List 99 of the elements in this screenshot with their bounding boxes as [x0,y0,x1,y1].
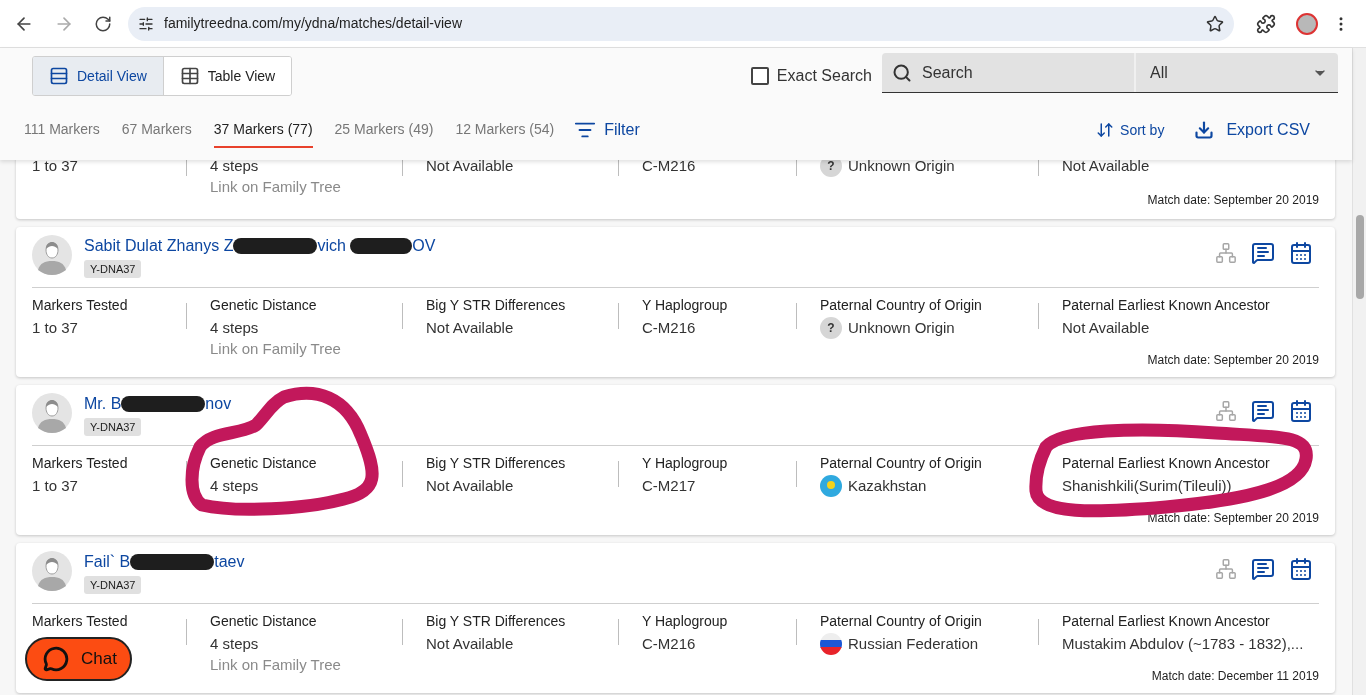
reload-icon[interactable] [94,14,112,33]
field-label: Genetic Distance [210,612,318,631]
field-value: C-M216 [642,317,696,338]
notes-icon[interactable] [1251,557,1275,581]
field-label: Paternal Earliest Known Ancestor [1062,296,1271,315]
url-text: familytreedna.com/my/ydna/matches/detail-view [164,14,462,33]
sort-button[interactable]: Sort by [1096,119,1165,141]
field-label: Paternal Country of Origin [820,612,983,631]
search-icon [892,63,912,83]
scrollbar[interactable] [1352,48,1366,695]
field-value: Unknown Origin [848,317,955,338]
match-date: Match date: September 20 2019 [1147,192,1319,209]
field-label: Genetic Distance [210,296,318,315]
field-value: Shanishkili(Surim(Tileuli)) [1062,475,1232,496]
sort-icon [1096,121,1115,139]
marker-tab[interactable]: 111 Markers [24,112,100,148]
field-value: Not Available [426,160,514,176]
match-date: Match date: September 20 2019 [1147,352,1319,369]
field-label: Paternal Country of Origin [820,296,983,315]
marker-tab[interactable]: 37 Markers (77) [213,112,313,148]
marker-tab[interactable]: 12 Markers (54) [455,112,555,148]
view-toggle[interactable]: Table View [162,57,292,95]
field-value: 4 steps [210,633,259,654]
calendar-icon[interactable] [1289,399,1313,423]
field-value: Not Available [426,633,514,654]
site-settings-icon[interactable] [138,15,154,32]
family-tree-link[interactable]: Link on Family Tree [210,655,341,675]
address-bar[interactable]: familytreedna.com/my/ydna/matches/detail-view [128,6,1234,41]
export-button[interactable]: Export CSV [1194,118,1310,142]
match-date: Match date: December 11 2019 [1151,668,1319,685]
calendar-icon[interactable] [1289,241,1313,265]
field-label: Big Y STR Differences [426,454,567,473]
field-value: 4 steps [210,317,259,338]
test-badge: Y-DNA37 [84,418,142,436]
match-name[interactable]: taev [214,552,245,572]
field-label: Y Haplogroup [642,296,729,315]
avatar-icon [32,235,72,275]
field-label: Markers Tested [32,612,129,631]
scrollbar-thumb[interactable] [1355,215,1364,299]
exact-search-checkbox[interactable] [750,67,769,85]
field-value: Not Available [426,475,514,496]
field-value: Unknown Origin [848,160,955,176]
avatar-icon [32,551,72,591]
marker-tab[interactable]: 25 Markers (49) [334,112,434,148]
marker-tab[interactable]: 67 Markers [121,112,192,148]
filter-button[interactable]: Filter [574,118,640,142]
unknown-origin-icon: ? [820,317,842,339]
notes-icon[interactable] [1251,399,1275,423]
field-label: Big Y STR Differences [426,612,567,631]
family-tree-link[interactable]: Link on Family Tree [210,339,341,359]
redaction-mark [350,238,413,254]
avatar-icon [32,393,72,433]
field-value: 4 steps [210,475,259,496]
download-icon [1194,120,1215,140]
field-label: Paternal Earliest Known Ancestor [1062,612,1271,631]
table-view-icon [179,66,200,86]
test-badge: Y-DNA37 [84,576,142,594]
field-value: Not Available [426,317,514,338]
field-label: Big Y STR Differences [426,296,567,315]
field-value: Not Available [1062,317,1150,338]
field-value: C-M216 [642,633,696,654]
field-value: 1 to 37 [32,475,78,496]
chat-button[interactable]: Chat [25,637,132,681]
view-toggle[interactable]: Detail View [33,57,163,95]
match-name[interactable]: Fail` B [84,552,131,572]
field-value: Kazakhstan [848,475,927,496]
field-value: Russian Federation [848,633,979,654]
field-label: Y Haplogroup [642,454,729,473]
field-value: Not Available [1062,160,1150,176]
unknown-origin-icon: ? [820,160,842,177]
match-name[interactable]: Mr. B [84,394,122,414]
field-value: 4 steps [210,160,259,176]
field-value: C-M216 [642,160,696,176]
extensions-icon[interactable] [1256,13,1276,34]
test-badge: Y-DNA37 [84,260,142,278]
field-value: 1 to 37 [32,160,78,176]
family-tree-link[interactable]: Link on Family Tree [210,177,341,197]
field-label: Paternal Earliest Known Ancestor [1062,454,1271,473]
match-name[interactable]: vich [317,236,351,256]
field-label: Paternal Country of Origin [820,454,983,473]
match-name[interactable]: OV [412,236,436,256]
field-value: 1 to 37 [32,317,78,338]
field-label: Markers Tested [32,454,129,473]
search-field[interactable]: Search [882,53,1134,92]
field-label: Y Haplogroup [642,612,729,631]
bookmark-icon[interactable] [1206,14,1224,33]
match-name[interactable]: Sabit Dulat Zhanys Z [84,236,234,256]
checkbox-label: Exact Search [776,66,872,86]
field-value: Mustakim Abdulov (~1783 - 1832),... [1062,633,1304,654]
profile-avatar[interactable] [1296,12,1318,35]
calendar-icon[interactable] [1289,557,1313,581]
field-label: Genetic Distance [210,454,318,473]
scope-dropdown[interactable]: All [1136,53,1338,92]
notes-icon[interactable] [1251,241,1275,265]
match-name[interactable]: nov [205,394,232,414]
field-label: Markers Tested [32,296,129,315]
field-value: C-M217 [642,475,696,496]
chat-icon [43,646,69,672]
detail-view-icon [49,66,69,86]
